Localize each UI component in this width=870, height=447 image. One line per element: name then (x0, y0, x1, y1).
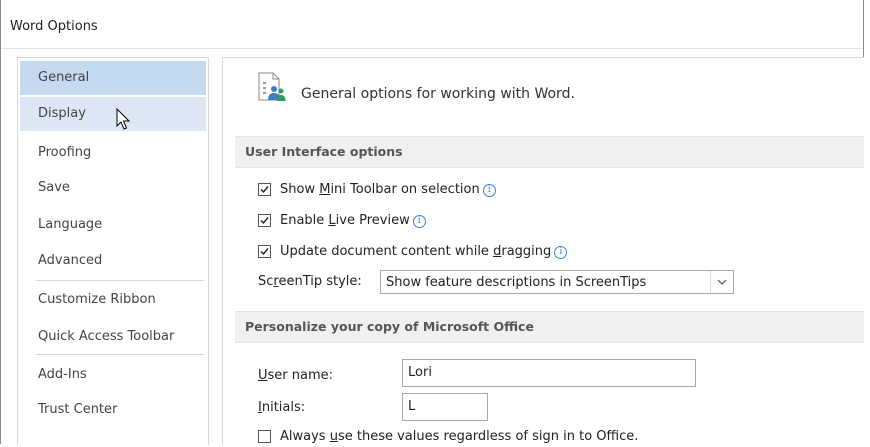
access-key: u (329, 429, 338, 444)
label-text: ser name: (267, 368, 334, 383)
checkmark-icon (260, 186, 269, 194)
access-key: M (319, 182, 331, 197)
sidebar-item-quick-access-toolbar[interactable]: Quick Access Toolbar (20, 320, 206, 354)
section-header-personalize: Personalize your copy of Microsoft Offic… (235, 311, 864, 343)
info-icon[interactable]: i (482, 184, 496, 197)
always-use-values-checkbox[interactable] (258, 430, 271, 443)
section-title: User Interface options (245, 144, 403, 159)
input-value: Lori (408, 365, 432, 380)
sidebar-item-trust-center[interactable]: Trust Center (20, 393, 206, 427)
sidebar-item-language[interactable]: Language (20, 208, 206, 242)
sidebar-item-general[interactable]: General (20, 61, 206, 95)
user-name-input[interactable]: Lori (402, 359, 696, 387)
live-preview-checkbox[interactable] (258, 214, 271, 227)
access-key: L (328, 213, 336, 228)
section-title: Personalize your copy of Microsoft Offic… (245, 319, 534, 334)
label-text: eenTip style: (278, 274, 362, 289)
dropdown-button[interactable] (710, 271, 733, 293)
sidebar-item-display[interactable]: Display (20, 97, 206, 131)
sidebar-item-advanced[interactable]: Advanced (20, 244, 206, 278)
label-text: Enable (280, 213, 329, 228)
sidebar-item-customize-ribbon[interactable]: Customize Ribbon (20, 283, 206, 317)
label-text: ive Preview (335, 213, 410, 228)
screentip-style-dropdown[interactable]: Show feature descriptions in ScreenTips (380, 270, 734, 294)
info-icon[interactable]: i (554, 246, 568, 259)
label-text: Sc (258, 274, 274, 289)
checkmark-icon (260, 248, 269, 256)
mini-toolbar-checkbox[interactable] (258, 183, 271, 196)
access-key: U (258, 368, 268, 383)
sidebar-item-proofing[interactable]: Proofing (20, 136, 206, 170)
label-text: Always (280, 429, 330, 444)
general-options-panel: General options for working with Word. U… (222, 57, 864, 445)
sidebar-divider (36, 354, 204, 355)
dropdown-value: Show feature descriptions in ScreenTips (386, 275, 647, 290)
label-text: nitials: (261, 400, 306, 415)
user-name-label: User name: (258, 368, 333, 383)
general-options-icon (258, 72, 286, 101)
page-title: General options for working with Word. (301, 86, 575, 102)
window-title: Word Options (10, 19, 98, 34)
update-while-dragging-label: Update document content while dragging i (280, 244, 568, 259)
mini-toolbar-label: Show Mini Toolbar on selection i (280, 182, 496, 197)
label-text: Show (280, 182, 320, 197)
sidebar-item-add-ins[interactable]: Add-Ins (20, 358, 206, 392)
label-text: ragging (501, 244, 552, 259)
info-icon[interactable]: i (412, 215, 426, 228)
update-while-dragging-checkbox[interactable] (258, 245, 271, 258)
label-text: se these values regardless of sign in to… (337, 429, 639, 444)
mouse-pointer-icon (116, 108, 131, 130)
label-text: ini Toolbar on selection (330, 182, 480, 197)
sidebar-item-save[interactable]: Save (20, 171, 206, 205)
checkmark-icon (260, 217, 269, 225)
options-sidebar: General Display Proofing Save Language A… (17, 57, 209, 445)
live-preview-label: Enable Live Preview i (280, 213, 426, 228)
title-bar: Word Options (1, 0, 863, 49)
word-options-dialog: Word Options General Display Proofing Sa… (0, 0, 864, 445)
always-use-values-label: Always use these values regardless of si… (280, 429, 638, 444)
sidebar-divider (36, 280, 204, 281)
label-text: Update document content while (280, 244, 494, 259)
initials-label: Initials: (258, 400, 305, 415)
screentip-style-label: ScreenTip style: (258, 274, 362, 289)
section-header-user-interface: User Interface options (235, 136, 864, 168)
initials-input[interactable]: L (402, 393, 488, 421)
input-value: L (408, 399, 416, 414)
chevron-down-icon (717, 279, 727, 285)
